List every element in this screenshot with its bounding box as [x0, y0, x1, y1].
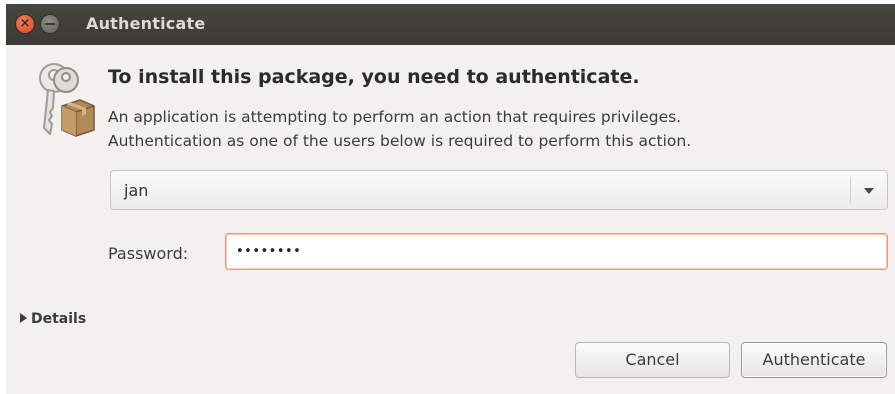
dialog-description-line2: Authentication as one of the users below…	[108, 132, 692, 150]
password-label: Password:	[108, 244, 189, 263]
user-select-dropdown[interactable]: jan	[110, 170, 888, 210]
cancel-button[interactable]: Cancel	[575, 342, 730, 378]
auth-dialog-window: × Authenticate To install this package, …	[6, 4, 895, 394]
minimize-icon	[45, 23, 55, 25]
details-label: Details	[31, 311, 87, 327]
authenticate-button[interactable]: Authenticate	[741, 342, 887, 378]
dialog-description-line1: An application is attempting to perform …	[108, 108, 682, 126]
minimize-window-button[interactable]	[41, 15, 59, 33]
expander-triangle-icon	[20, 313, 27, 323]
titlebar: × Authenticate	[6, 4, 895, 45]
close-icon: ×	[19, 16, 31, 31]
dialog-heading: To install this package, you need to aut…	[108, 66, 640, 88]
password-field[interactable]	[225, 233, 888, 270]
dropdown-separator	[850, 177, 851, 203]
window-title: Authenticate	[86, 14, 206, 33]
selected-user: jan	[124, 181, 149, 200]
chevron-down-icon[interactable]	[864, 188, 874, 194]
details-expander[interactable]: Details	[20, 311, 86, 327]
keys-package-icon	[39, 63, 95, 137]
close-window-button[interactable]: ×	[16, 15, 34, 33]
